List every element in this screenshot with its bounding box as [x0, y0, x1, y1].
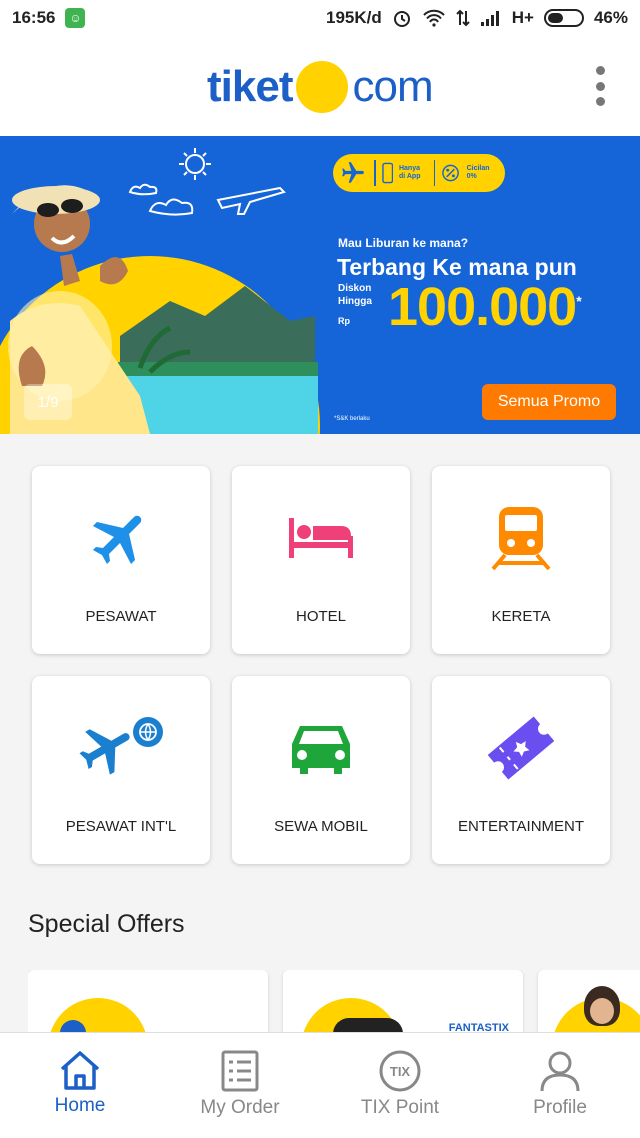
nav-tix-point[interactable]: TIX TIX Point [320, 1033, 480, 1138]
person-icon [540, 1051, 580, 1092]
category-kereta[interactable]: KERETA [432, 466, 610, 654]
banner-app-badge: Hanya di App Cicilan 0% [333, 154, 505, 192]
category-pesawat-intl[interactable]: PESAWAT INT'L [32, 676, 210, 864]
nav-home[interactable]: Home [0, 1033, 160, 1138]
category-label: KERETA [491, 608, 551, 625]
banner-currency: Rp [338, 316, 350, 326]
category-pesawat[interactable]: PESAWAT [32, 466, 210, 654]
category-label: PESAWAT [85, 608, 157, 625]
wifi-icon [422, 9, 446, 27]
category-sewa-mobil[interactable]: SEWA MOBIL [232, 676, 410, 864]
svg-text:TIX: TIX [390, 1064, 411, 1079]
battery-percent: 46% [593, 8, 628, 27]
tix-icon: TIX [379, 1050, 421, 1092]
special-offers-carousel: FANTASTIX [28, 970, 640, 1032]
promo-banner[interactable]: Hanya di App Cicilan 0% Mau Liburan ke m… [0, 136, 640, 434]
receipt-icon [221, 1050, 259, 1092]
network-type: H+ [511, 8, 534, 27]
ticket-icon [485, 712, 557, 784]
bottom-navigation: Home My Order TIX TIX Point Profile [0, 1032, 640, 1138]
banner-terms: *S&K berlaku [334, 416, 370, 422]
tiket-logo: tiket com [207, 60, 434, 114]
logo-dot [296, 61, 349, 113]
category-grid: PESAWAT HOTEL KERETA PESAWAT INT'L SEWA … [32, 466, 610, 864]
more-menu-icon[interactable] [590, 66, 610, 106]
home-icon [60, 1051, 100, 1090]
badge-app-text: Hanya di App [398, 165, 421, 180]
banner-amount: 100.000* [388, 277, 582, 337]
alarm-icon [392, 8, 412, 28]
airplane-icon [87, 502, 155, 574]
app-header: tiket com [0, 36, 640, 136]
banner-pager: 1/9 [24, 384, 72, 420]
signal-icon [480, 9, 502, 27]
offer-card[interactable]: FANTASTIX [283, 970, 523, 1032]
category-entertainment[interactable]: ENTERTAINMENT [432, 676, 610, 864]
nav-label: Profile [533, 1097, 587, 1118]
category-label: PESAWAT INT'L [65, 818, 177, 835]
app-notification-icon: ☺ [65, 8, 86, 28]
car-icon [288, 712, 354, 784]
offer-card[interactable] [28, 970, 268, 1032]
battery-icon [543, 9, 584, 27]
offer-card[interactable] [538, 970, 640, 1032]
banner-discount-label: Diskon Hingga [338, 283, 372, 307]
category-label: HOTEL [295, 608, 346, 625]
status-time: 16:56 [12, 8, 56, 27]
banner-plane-icon [339, 158, 368, 188]
logo-text-left: tiket [207, 62, 293, 111]
offer-tag: FANTASTIX [448, 1022, 509, 1032]
bed-icon [287, 502, 355, 574]
data-transfer-icon [456, 9, 470, 27]
nav-label: Home [54, 1095, 106, 1116]
percent-icon [442, 164, 460, 182]
logo-text-right: com [352, 62, 433, 111]
nav-profile[interactable]: Profile [480, 1033, 640, 1138]
train-icon [489, 502, 553, 574]
category-hotel[interactable]: HOTEL [232, 466, 410, 654]
nav-my-order[interactable]: My Order [160, 1033, 320, 1138]
category-label: SEWA MOBIL [274, 818, 368, 835]
nav-label: My Order [200, 1097, 280, 1118]
all-promo-button[interactable]: Semua Promo [482, 384, 616, 420]
status-bar: 16:56 ☺ 195K/d H+ 46% [0, 0, 640, 36]
category-label: ENTERTAINMENT [457, 818, 585, 835]
phone-icon [381, 162, 393, 184]
international-flight-icon [76, 712, 166, 784]
badge-installment-text: Cicilan 0% [466, 165, 490, 180]
nav-label: TIX Point [360, 1097, 440, 1118]
special-offers-title: Special Offers [28, 910, 185, 938]
network-speed: 195K/d [326, 8, 382, 27]
banner-question: Mau Liburan ke mana? [338, 236, 469, 250]
